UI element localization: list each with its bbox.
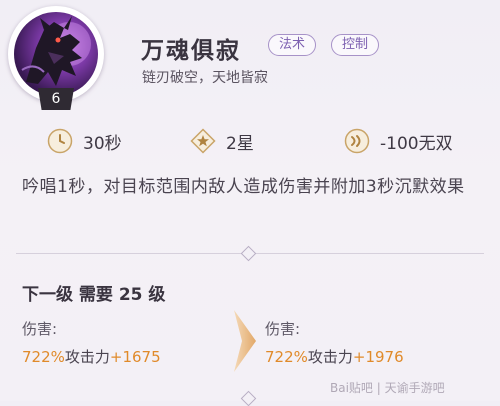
energy-icon [344,128,370,154]
chevron-right-icon [234,310,256,372]
next-level-title: 下一级 需要 25 级 [22,285,166,305]
skill-icon [14,12,98,96]
next-damage-value: 722%攻击力+1976 [265,346,404,367]
next-damage-label: 伤害: [265,320,301,338]
watermark: Bai贴吧 | 天谕手游吧 [330,381,445,395]
star-value: 2星 [226,133,254,154]
next-damage-bonus: +1976 [352,348,404,366]
stat-cost: -100无双 [344,126,453,156]
current-damage-value: 722%攻击力+1675 [22,346,161,367]
tag-control: 控制 [331,34,380,56]
cost-value: -100无双 [380,133,453,154]
current-damage-bonus: +1675 [109,348,161,366]
skill-title: 万魂俱寂 [141,38,241,64]
divider-diamond-icon [240,245,257,262]
tag-spell: 法术 [268,34,317,56]
clock-icon [47,128,73,154]
current-damage-label: 伤害: [22,320,58,338]
stat-star: 2星 [190,126,254,156]
cooldown-value: 30秒 [83,133,122,154]
current-damage-stat: 攻击力 [64,348,110,366]
skill-portrait[interactable]: 6 [8,6,104,110]
skill-subtitle: 链刃破空，天地皆寂 [142,70,268,86]
skill-description: 吟唱1秒，对目标范围内敌人造成伤害并附加3秒沉默效果 [22,177,465,197]
stat-cooldown: 30秒 [47,126,122,156]
next-damage-percent: 722% [265,348,308,366]
current-damage-percent: 722% [22,348,65,366]
bottom-diamond-icon [240,390,257,406]
skill-level-badge: 6 [38,88,74,110]
star-icon [190,128,216,154]
next-damage-stat: 攻击力 [307,348,353,366]
